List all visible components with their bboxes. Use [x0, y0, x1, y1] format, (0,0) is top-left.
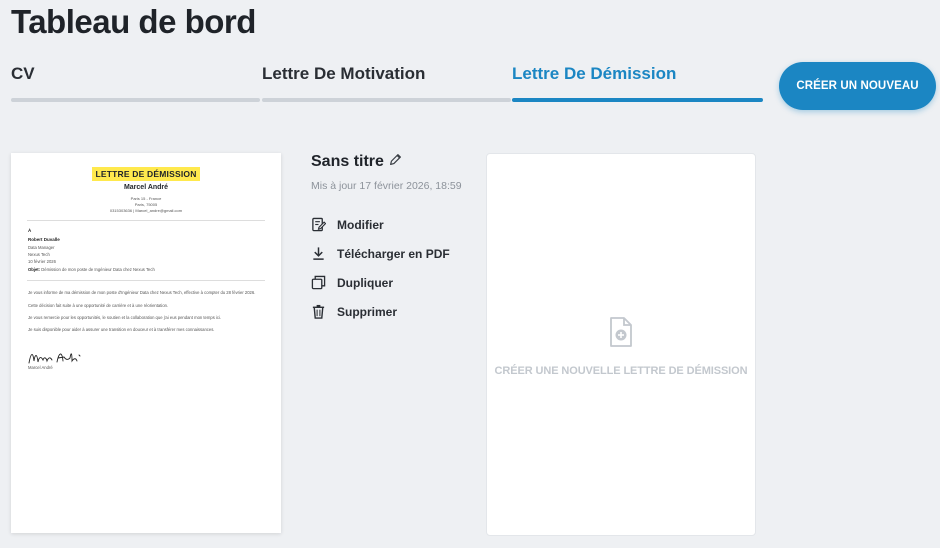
duplicate-icon: [310, 275, 326, 291]
document-title: Sans titre: [311, 153, 402, 171]
preview-body-line: Je suis disponible pour aider à assurer …: [28, 327, 215, 332]
duplicate-button[interactable]: Dupliquer: [310, 268, 450, 297]
tab-label: CV: [11, 64, 35, 83]
tab-lettre-de-motivation[interactable]: Lettre De Motivation: [262, 64, 511, 104]
duplicate-label: Dupliquer: [337, 275, 393, 290]
preview-recipient-prefix: À: [28, 228, 32, 233]
document-type-tabs: CV Lettre De Motivation Lettre De Démiss…: [11, 64, 763, 104]
preview-sender-line: Paris, 75005: [134, 202, 158, 207]
tab-underline: [11, 98, 260, 102]
edit-button[interactable]: Modifier: [310, 210, 450, 239]
preview-body-line: Cette décision fait suite à une opportun…: [28, 303, 169, 308]
document-actions: Modifier Télécharger en PDF Dupliquer Su…: [310, 210, 450, 326]
edit-label: Modifier: [337, 217, 384, 232]
trash-icon: [310, 304, 326, 320]
updated-timestamp: Mis à jour 17 février 2026, 18:59: [311, 180, 462, 192]
create-new-letter-card[interactable]: CRÉER UNE NOUVELLE LETTRE DE DÉMISSION: [486, 153, 756, 536]
preview-recipient-name: Robert Duvalle: [28, 237, 60, 242]
tab-cv[interactable]: CV: [11, 64, 260, 104]
preview-recipient-line: Data Manager: [28, 245, 55, 250]
pencil-icon[interactable]: [389, 153, 402, 171]
download-pdf-button[interactable]: Télécharger en PDF: [310, 239, 450, 268]
tab-lettre-de-demission[interactable]: Lettre De Démission: [512, 64, 763, 104]
create-new-letter-label: CRÉER UNE NOUVELLE LETTRE DE DÉMISSION: [494, 365, 748, 377]
tab-label: Lettre De Motivation: [262, 64, 426, 83]
create-new-button[interactable]: CRÉER UN NOUVEAU: [779, 62, 936, 110]
preview-sender-name: Marcel André: [123, 184, 169, 191]
document-preview-card[interactable]: LETTRE DE DÉMISSION Marcel André Paris 1…: [11, 153, 281, 533]
delete-label: Supprimer: [337, 304, 398, 319]
preview-signature-name: Marcel André: [28, 365, 53, 370]
preview-heading: LETTRE DE DÉMISSION: [11, 164, 281, 182]
download-pdf-label: Télécharger en PDF: [337, 246, 450, 261]
preview-sender-line: Paris 15 - France: [130, 196, 162, 201]
preview-divider: [27, 220, 265, 221]
preview-recipient-line: Nexus Tech: [28, 252, 50, 257]
preview-subject: Objet: Démission de mon poste de Ingénie…: [28, 267, 155, 272]
delete-button[interactable]: Supprimer: [310, 297, 450, 326]
preview-body-line: Je vous informe de ma démission de mon p…: [28, 290, 256, 295]
add-document-icon: [609, 316, 633, 353]
tab-underline: [262, 98, 511, 102]
download-icon: [310, 246, 326, 262]
preview-body-line: Je vous remercie pour les opportunités, …: [28, 315, 222, 320]
document-title-text: Sans titre: [311, 153, 384, 170]
tab-label: Lettre De Démission: [512, 64, 677, 83]
tab-underline: [512, 98, 763, 102]
preview-divider: [27, 280, 265, 281]
preview-sender-line: 0315303636 | Marcel_andre@gmail.com: [109, 208, 183, 213]
page-title: Tableau de bord: [11, 3, 256, 40]
preview-recipient-line: 10 février 2026: [28, 259, 56, 264]
edit-icon: [310, 217, 326, 233]
